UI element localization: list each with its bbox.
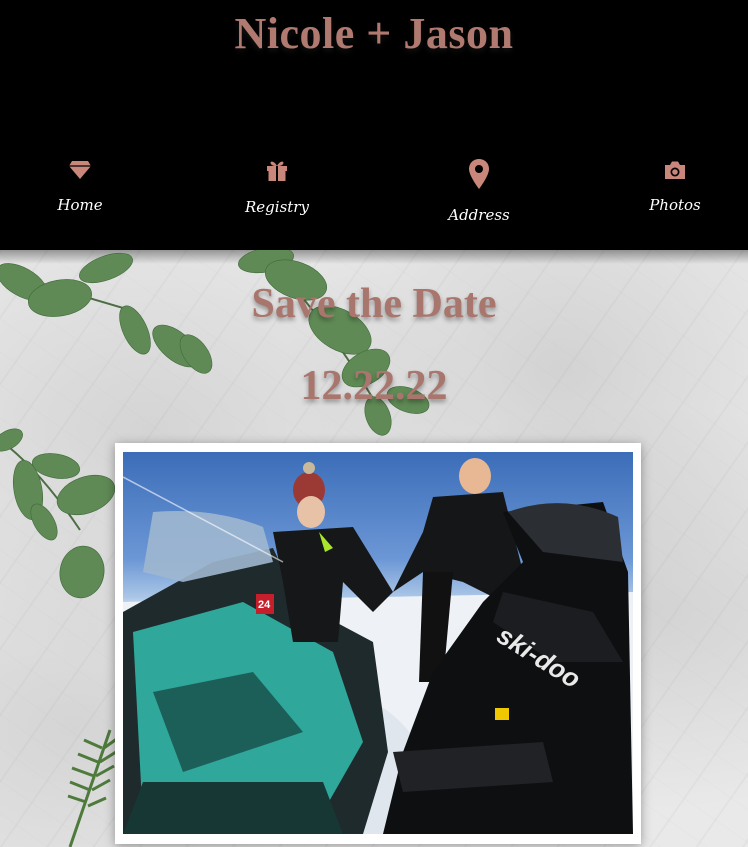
wedding-date: 12.22.22 <box>300 363 448 409</box>
nav-label-photos: Photos <box>649 196 701 214</box>
gift-icon <box>267 161 287 181</box>
engagement-photo-frame: 24 ski-doo <box>115 443 641 844</box>
header-shadow <box>0 250 748 264</box>
hero-section: Save the Date 12.22.22 24 ski-doo <box>0 250 748 847</box>
camera-icon <box>665 161 685 179</box>
nav-item-photos[interactable]: Photos <box>615 160 735 214</box>
site-title: Nicole + Jason <box>234 9 514 58</box>
map-pin-icon <box>469 159 489 189</box>
photo-number-sign: 24 <box>258 599 271 611</box>
snowmobile-couple-image: 24 ski-doo <box>123 458 633 834</box>
engagement-photo: 24 ski-doo <box>123 452 633 834</box>
nav-label-address: Address <box>448 206 510 224</box>
save-the-date-heading: Save the Date <box>251 281 497 327</box>
main-nav: Home Registry Address Photos <box>0 150 748 250</box>
nav-item-registry[interactable]: Registry <box>217 158 337 216</box>
site-header: Nicole + Jason Home Registry Address Pho… <box>0 0 748 250</box>
nav-item-address[interactable]: Address <box>419 158 539 224</box>
nav-item-home[interactable]: Home <box>20 160 140 214</box>
nav-label-registry: Registry <box>245 198 309 216</box>
nav-label-home: Home <box>57 196 103 214</box>
diamond-icon <box>69 161 91 179</box>
